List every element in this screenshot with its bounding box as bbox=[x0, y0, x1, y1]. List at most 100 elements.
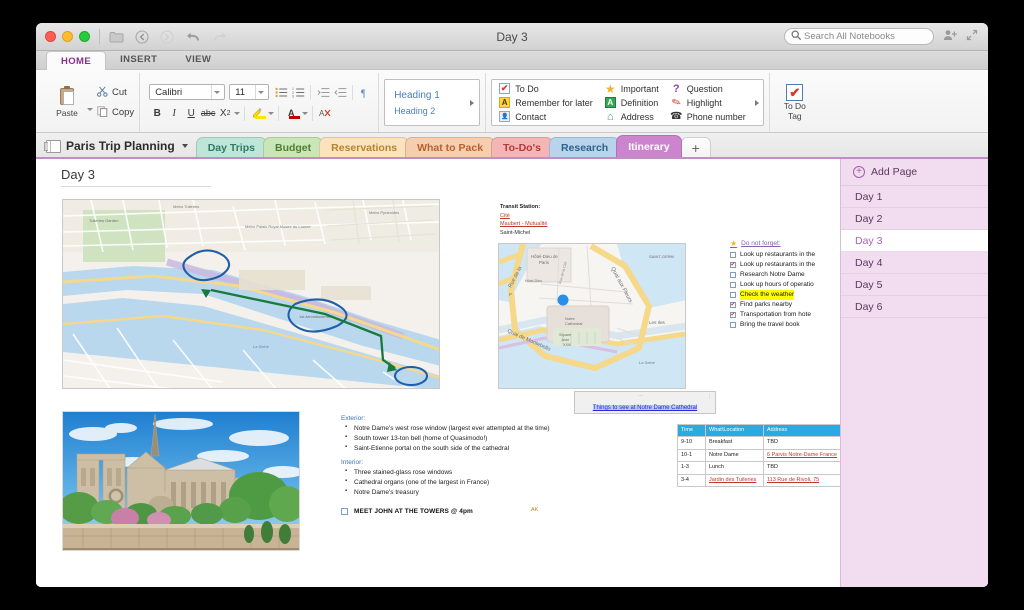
paris-overview-map-image[interactable]: Tuileries Garden La Seine 1st Arrondisse… bbox=[62, 199, 440, 389]
checkbox-icon[interactable] bbox=[730, 252, 736, 258]
font-color-caret-icon[interactable] bbox=[302, 112, 308, 115]
font-size-select[interactable]: 11 bbox=[229, 84, 269, 100]
todo-item[interactable]: Find parks nearby bbox=[730, 300, 840, 310]
checkbox-icon[interactable] bbox=[730, 262, 736, 268]
font-name-select[interactable]: Calibri bbox=[149, 84, 225, 100]
styles-gallery[interactable]: Heading 1 Heading 2 bbox=[384, 79, 480, 126]
section-tab-itinerary[interactable]: Itinerary bbox=[616, 135, 681, 157]
numbering-button[interactable]: 123 bbox=[290, 84, 306, 100]
add-section-button[interactable]: + bbox=[681, 137, 711, 157]
page-list-item-day-5[interactable]: Day 5 bbox=[841, 274, 988, 296]
subscript-caret-icon[interactable] bbox=[234, 112, 240, 115]
tag-question[interactable]: ? Question bbox=[671, 83, 746, 94]
strikethrough-button[interactable]: abc bbox=[200, 105, 216, 121]
ribbon-tab-home[interactable]: HOME bbox=[46, 51, 106, 70]
table-row[interactable]: 1-3 Lunch TBD bbox=[678, 462, 841, 474]
schedule-table[interactable]: Time What\Location Address 9-10 Breakfas… bbox=[677, 424, 840, 487]
clear-formatting-button[interactable]: A bbox=[317, 105, 333, 121]
style-heading-1[interactable]: Heading 1 bbox=[394, 90, 440, 101]
notre-dame-detail-map-image[interactable]: Hôtel-Dieu de Paris Hôtel-Dieu Notre Cat… bbox=[498, 243, 686, 389]
tags-expand-caret-icon[interactable] bbox=[755, 100, 759, 106]
notebook-caret-icon[interactable] bbox=[182, 144, 188, 148]
todo-item[interactable]: Look up hours of operatio bbox=[730, 280, 840, 290]
cathedral-notes[interactable]: Exterior: Notre Dame's west rose window … bbox=[341, 414, 571, 501]
todo-item[interactable]: Look up restaurants in the bbox=[730, 260, 840, 270]
bold-button[interactable]: B bbox=[149, 105, 165, 121]
page-canvas[interactable]: Day 3 bbox=[36, 159, 840, 587]
styles-expand-caret-icon[interactable] bbox=[470, 100, 474, 106]
underline-button[interactable]: U bbox=[183, 105, 199, 121]
add-page-button[interactable]: + Add Page bbox=[841, 159, 988, 186]
search-input[interactable]: Search All Notebooks bbox=[784, 28, 934, 45]
notebook-selector[interactable]: Paris Trip Planning bbox=[46, 139, 196, 157]
italic-button[interactable]: I bbox=[166, 105, 182, 121]
forward-icon[interactable] bbox=[160, 30, 174, 44]
tag-important[interactable]: ★ Important bbox=[605, 83, 659, 94]
todo-item[interactable]: Look up restaurants in the bbox=[730, 250, 840, 260]
copy-button[interactable]: Copy bbox=[97, 106, 134, 120]
bullets-button[interactable] bbox=[273, 84, 289, 100]
page-list-item-day-4[interactable]: Day 4 bbox=[841, 252, 988, 274]
maximize-window-button[interactable] bbox=[79, 31, 90, 42]
table-row[interactable]: 10-1 Notre Dame 6 Parvis Notre-Dame Fran… bbox=[678, 449, 841, 461]
section-tab-reservations[interactable]: Reservations bbox=[319, 137, 409, 157]
table-row[interactable]: 9-10 Breakfast TBD bbox=[678, 437, 841, 449]
undo-icon[interactable] bbox=[185, 31, 201, 43]
tag-definition[interactable]: A Definition bbox=[605, 97, 659, 108]
back-icon[interactable] bbox=[135, 30, 149, 44]
do-not-forget-list[interactable]: ★ Do not forget: Look up restaurants in … bbox=[730, 239, 840, 331]
cut-button[interactable]: Cut bbox=[97, 86, 134, 100]
resize-grip-icon[interactable]: ⋮ bbox=[707, 394, 712, 400]
to-do-tag-button[interactable]: ✔ To Do Tag bbox=[775, 84, 815, 122]
tag-remember-for-later[interactable]: A Remember for later bbox=[499, 97, 593, 108]
minimize-window-button[interactable] bbox=[62, 31, 73, 42]
page-title[interactable]: Day 3 bbox=[61, 167, 211, 187]
paste-button[interactable]: Paste bbox=[47, 87, 87, 118]
highlight-button[interactable] bbox=[249, 105, 265, 121]
checkbox-icon[interactable] bbox=[730, 292, 736, 298]
subscript-button[interactable]: X2 bbox=[217, 105, 233, 121]
checkbox-icon[interactable] bbox=[730, 302, 736, 308]
page-list-item-day-2[interactable]: Day 2 bbox=[841, 208, 988, 230]
font-size-caret-icon[interactable] bbox=[255, 85, 266, 99]
open-notebook-icon[interactable] bbox=[109, 31, 124, 43]
increase-indent-button[interactable] bbox=[332, 84, 348, 100]
redo-icon[interactable] bbox=[212, 31, 228, 43]
paragraph-marks-button[interactable]: ¶ bbox=[357, 84, 373, 100]
notre-dame-cathedral-photo[interactable] bbox=[62, 411, 300, 551]
tags-gallery[interactable]: ✔ To Do A Remember for later 👤 Contact ★ bbox=[491, 79, 764, 126]
todo-item[interactable]: Check the weather bbox=[730, 290, 840, 300]
font-name-caret-icon[interactable] bbox=[211, 85, 222, 99]
section-tab-budget[interactable]: Budget bbox=[263, 137, 323, 157]
page-list-item-day-3[interactable]: Day 3 bbox=[841, 230, 988, 252]
section-tab-research[interactable]: Research bbox=[549, 137, 620, 157]
table-row[interactable]: 3-4 Jardin des Tuileries 113 Rue de Rivo… bbox=[678, 474, 841, 486]
checkbox-icon[interactable] bbox=[730, 322, 736, 328]
highlight-caret-icon[interactable] bbox=[268, 112, 274, 115]
section-tab-what-to-pack[interactable]: What to Pack bbox=[405, 137, 495, 157]
checkbox-icon[interactable] bbox=[730, 272, 736, 278]
meeting-reminder[interactable]: MEET JOHN AT THE TOWERS @ 4pm bbox=[341, 508, 473, 515]
transit-station-1[interactable]: Cité bbox=[500, 212, 547, 221]
todo-item[interactable]: Transportation from hote bbox=[730, 310, 840, 320]
tag-phone-number[interactable]: ☎ Phone number bbox=[671, 111, 746, 122]
window-controls[interactable] bbox=[36, 31, 90, 42]
todo-item[interactable]: Research Notre Dame bbox=[730, 270, 840, 280]
transit-station-2[interactable]: Maubert - Mutualité bbox=[500, 220, 547, 229]
notre-dame-link-container[interactable]: ⋯ ⋮ Things to see at Notre Dame Cathedra… bbox=[574, 391, 716, 414]
ribbon-tab-insert[interactable]: INSERT bbox=[106, 50, 171, 69]
fullscreen-icon[interactable] bbox=[966, 28, 978, 46]
tag-contact[interactable]: 👤 Contact bbox=[499, 111, 593, 122]
page-list-item-day-1[interactable]: Day 1 bbox=[841, 186, 988, 208]
tag-address[interactable]: ⌂ Address bbox=[605, 111, 659, 122]
tag-highlight[interactable]: ✎ Highlight bbox=[671, 97, 746, 108]
style-heading-2[interactable]: Heading 2 bbox=[394, 106, 440, 116]
tag-to-do[interactable]: ✔ To Do bbox=[499, 83, 593, 94]
close-window-button[interactable] bbox=[45, 31, 56, 42]
checkbox-icon[interactable] bbox=[730, 312, 736, 318]
transit-station-note[interactable]: Transit Station: Cité Maubert - Mutualit… bbox=[500, 203, 547, 237]
section-tab-to-dos[interactable]: To-Do's bbox=[491, 137, 553, 157]
ribbon-tab-view[interactable]: VIEW bbox=[171, 50, 225, 69]
notre-dame-link[interactable]: Things to see at Notre Dame Cathedral bbox=[593, 405, 697, 411]
todo-item[interactable]: Bring the travel book bbox=[730, 320, 840, 330]
